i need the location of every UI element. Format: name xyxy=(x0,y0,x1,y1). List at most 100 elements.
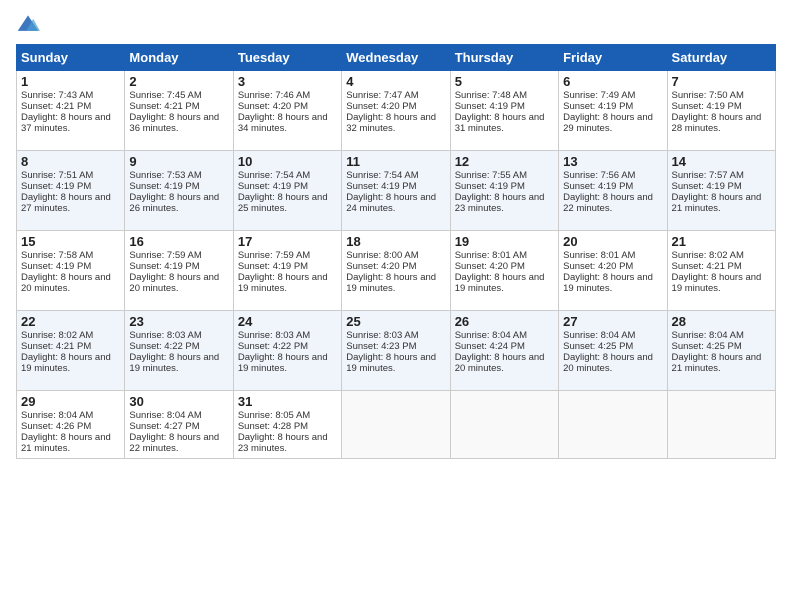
sunrise-label: Sunrise: 7:48 AM xyxy=(455,90,527,101)
day-number: 9 xyxy=(129,154,228,169)
calendar-cell: 1 Sunrise: 7:43 AM Sunset: 4:21 PM Dayli… xyxy=(17,71,125,151)
calendar-week-row: 22 Sunrise: 8:02 AM Sunset: 4:21 PM Dayl… xyxy=(17,311,776,391)
calendar-cell: 21 Sunrise: 8:02 AM Sunset: 4:21 PM Dayl… xyxy=(667,231,775,311)
calendar-cell: 30 Sunrise: 8:04 AM Sunset: 4:27 PM Dayl… xyxy=(125,391,233,459)
calendar-cell: 18 Sunrise: 8:00 AM Sunset: 4:20 PM Dayl… xyxy=(342,231,450,311)
day-number: 6 xyxy=(563,74,662,89)
daylight-label: Daylight: 8 hours and 34 minutes. xyxy=(238,112,328,134)
daylight-label: Daylight: 8 hours and 20 minutes. xyxy=(563,352,653,374)
daylight-label: Daylight: 8 hours and 21 minutes. xyxy=(21,432,111,454)
day-number: 8 xyxy=(21,154,120,169)
day-number: 18 xyxy=(346,234,445,249)
calendar-cell: 10 Sunrise: 7:54 AM Sunset: 4:19 PM Dayl… xyxy=(233,151,341,231)
calendar-cell: 13 Sunrise: 7:56 AM Sunset: 4:19 PM Dayl… xyxy=(559,151,667,231)
daylight-label: Daylight: 8 hours and 28 minutes. xyxy=(672,112,762,134)
daylight-label: Daylight: 8 hours and 19 minutes. xyxy=(21,352,111,374)
sunrise-label: Sunrise: 7:45 AM xyxy=(129,90,201,101)
weekday-header-friday: Friday xyxy=(559,45,667,71)
calendar-header-row: SundayMondayTuesdayWednesdayThursdayFrid… xyxy=(17,45,776,71)
day-number: 12 xyxy=(455,154,554,169)
calendar-cell: 27 Sunrise: 8:04 AM Sunset: 4:25 PM Dayl… xyxy=(559,311,667,391)
sunrise-label: Sunrise: 7:57 AM xyxy=(672,170,744,181)
sunset-label: Sunset: 4:26 PM xyxy=(21,421,91,432)
day-number: 27 xyxy=(563,314,662,329)
weekday-header-saturday: Saturday xyxy=(667,45,775,71)
sunrise-label: Sunrise: 7:49 AM xyxy=(563,90,635,101)
sunset-label: Sunset: 4:19 PM xyxy=(21,261,91,272)
header xyxy=(16,12,776,36)
calendar-cell: 22 Sunrise: 8:02 AM Sunset: 4:21 PM Dayl… xyxy=(17,311,125,391)
daylight-label: Daylight: 8 hours and 27 minutes. xyxy=(21,192,111,214)
weekday-header-thursday: Thursday xyxy=(450,45,558,71)
calendar-cell: 16 Sunrise: 7:59 AM Sunset: 4:19 PM Dayl… xyxy=(125,231,233,311)
sunrise-label: Sunrise: 7:51 AM xyxy=(21,170,93,181)
sunset-label: Sunset: 4:27 PM xyxy=(129,421,199,432)
sunset-label: Sunset: 4:20 PM xyxy=(346,101,416,112)
sunrise-label: Sunrise: 7:54 AM xyxy=(238,170,310,181)
sunset-label: Sunset: 4:22 PM xyxy=(129,341,199,352)
daylight-label: Daylight: 8 hours and 19 minutes. xyxy=(672,272,762,294)
day-number: 21 xyxy=(672,234,771,249)
sunset-label: Sunset: 4:25 PM xyxy=(672,341,742,352)
daylight-label: Daylight: 8 hours and 20 minutes. xyxy=(21,272,111,294)
calendar-cell: 20 Sunrise: 8:01 AM Sunset: 4:20 PM Dayl… xyxy=(559,231,667,311)
sunrise-label: Sunrise: 7:56 AM xyxy=(563,170,635,181)
sunrise-label: Sunrise: 7:50 AM xyxy=(672,90,744,101)
sunset-label: Sunset: 4:21 PM xyxy=(21,341,91,352)
daylight-label: Daylight: 8 hours and 19 minutes. xyxy=(129,352,219,374)
sunset-label: Sunset: 4:19 PM xyxy=(455,101,525,112)
calendar-cell: 9 Sunrise: 7:53 AM Sunset: 4:19 PM Dayli… xyxy=(125,151,233,231)
sunset-label: Sunset: 4:21 PM xyxy=(129,101,199,112)
sunset-label: Sunset: 4:19 PM xyxy=(346,181,416,192)
daylight-label: Daylight: 8 hours and 36 minutes. xyxy=(129,112,219,134)
day-number: 17 xyxy=(238,234,337,249)
daylight-label: Daylight: 8 hours and 21 minutes. xyxy=(672,352,762,374)
sunrise-label: Sunrise: 8:02 AM xyxy=(21,330,93,341)
logo xyxy=(16,12,44,36)
day-number: 20 xyxy=(563,234,662,249)
day-number: 25 xyxy=(346,314,445,329)
sunset-label: Sunset: 4:22 PM xyxy=(238,341,308,352)
calendar-cell: 17 Sunrise: 7:59 AM Sunset: 4:19 PM Dayl… xyxy=(233,231,341,311)
calendar-cell: 29 Sunrise: 8:04 AM Sunset: 4:26 PM Dayl… xyxy=(17,391,125,459)
day-number: 29 xyxy=(21,394,120,409)
calendar-cell: 15 Sunrise: 7:58 AM Sunset: 4:19 PM Dayl… xyxy=(17,231,125,311)
calendar-cell: 7 Sunrise: 7:50 AM Sunset: 4:19 PM Dayli… xyxy=(667,71,775,151)
weekday-header-wednesday: Wednesday xyxy=(342,45,450,71)
sunrise-label: Sunrise: 7:55 AM xyxy=(455,170,527,181)
sunrise-label: Sunrise: 7:59 AM xyxy=(129,250,201,261)
calendar-table: SundayMondayTuesdayWednesdayThursdayFrid… xyxy=(16,44,776,459)
calendar-cell: 14 Sunrise: 7:57 AM Sunset: 4:19 PM Dayl… xyxy=(667,151,775,231)
calendar-cell: 23 Sunrise: 8:03 AM Sunset: 4:22 PM Dayl… xyxy=(125,311,233,391)
day-number: 10 xyxy=(238,154,337,169)
day-number: 13 xyxy=(563,154,662,169)
daylight-label: Daylight: 8 hours and 21 minutes. xyxy=(672,192,762,214)
calendar-cell xyxy=(450,391,558,459)
calendar-week-row: 1 Sunrise: 7:43 AM Sunset: 4:21 PM Dayli… xyxy=(17,71,776,151)
sunset-label: Sunset: 4:19 PM xyxy=(672,181,742,192)
daylight-label: Daylight: 8 hours and 25 minutes. xyxy=(238,192,328,214)
sunset-label: Sunset: 4:23 PM xyxy=(346,341,416,352)
daylight-label: Daylight: 8 hours and 19 minutes. xyxy=(346,272,436,294)
sunset-label: Sunset: 4:19 PM xyxy=(21,181,91,192)
sunrise-label: Sunrise: 7:43 AM xyxy=(21,90,93,101)
day-number: 2 xyxy=(129,74,228,89)
daylight-label: Daylight: 8 hours and 23 minutes. xyxy=(238,432,328,454)
sunrise-label: Sunrise: 8:01 AM xyxy=(455,250,527,261)
sunrise-label: Sunrise: 8:00 AM xyxy=(346,250,418,261)
sunrise-label: Sunrise: 7:47 AM xyxy=(346,90,418,101)
weekday-header-sunday: Sunday xyxy=(17,45,125,71)
sunset-label: Sunset: 4:25 PM xyxy=(563,341,633,352)
calendar-week-row: 8 Sunrise: 7:51 AM Sunset: 4:19 PM Dayli… xyxy=(17,151,776,231)
calendar-cell xyxy=(342,391,450,459)
sunrise-label: Sunrise: 7:46 AM xyxy=(238,90,310,101)
sunrise-label: Sunrise: 7:59 AM xyxy=(238,250,310,261)
sunrise-label: Sunrise: 7:53 AM xyxy=(129,170,201,181)
calendar-cell xyxy=(667,391,775,459)
calendar-cell: 5 Sunrise: 7:48 AM Sunset: 4:19 PM Dayli… xyxy=(450,71,558,151)
daylight-label: Daylight: 8 hours and 19 minutes. xyxy=(238,272,328,294)
sunset-label: Sunset: 4:19 PM xyxy=(563,181,633,192)
daylight-label: Daylight: 8 hours and 23 minutes. xyxy=(455,192,545,214)
sunrise-label: Sunrise: 8:04 AM xyxy=(21,410,93,421)
day-number: 1 xyxy=(21,74,120,89)
